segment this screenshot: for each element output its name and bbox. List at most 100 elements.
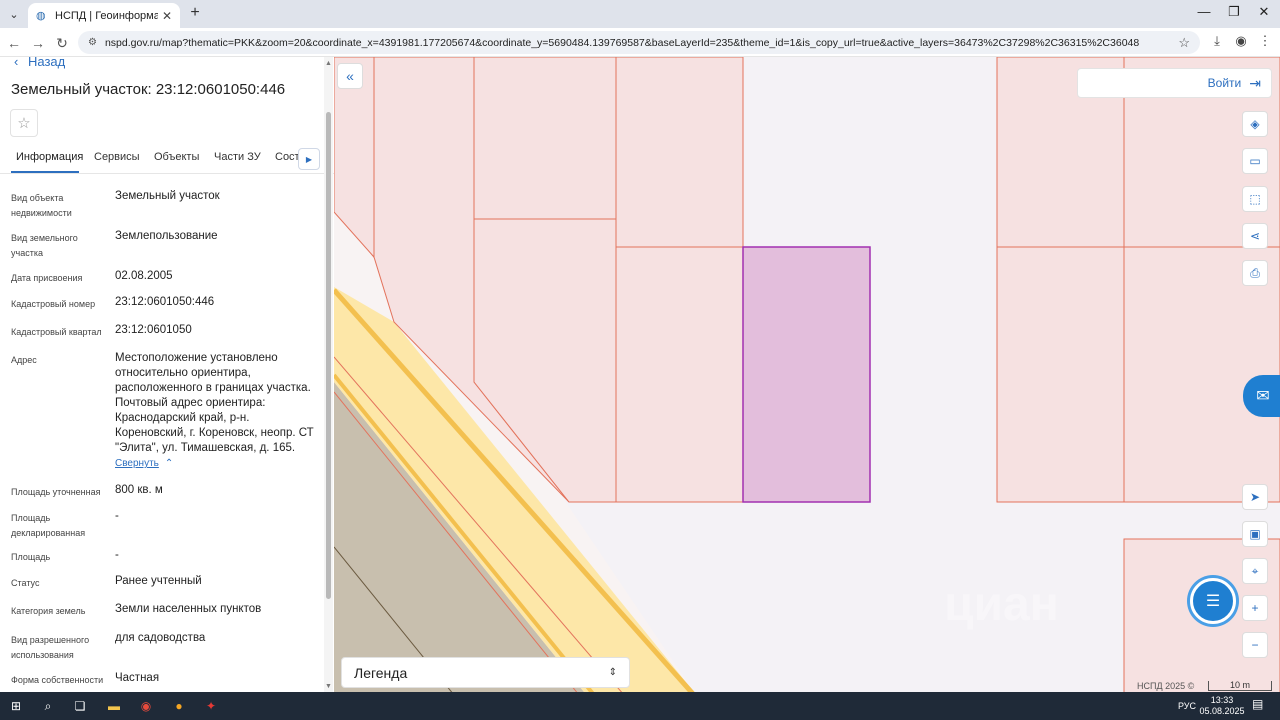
star-icon: ☆ xyxy=(17,115,31,132)
minimize-icon[interactable]: — xyxy=(1192,4,1216,19)
page-title: Земельный участок: 23:12:0601050:446 xyxy=(11,81,286,98)
chevron-up-icon: ⌃ xyxy=(164,458,174,469)
map-layers xyxy=(334,57,1280,692)
back-arrow-icon[interactable]: ← xyxy=(4,33,24,53)
parcel[interactable] xyxy=(996,246,1125,503)
collapse-link[interactable]: Свернуть ⌃ xyxy=(115,458,173,469)
chevron-updown-icon: ⇕ xyxy=(608,667,617,678)
row-label: Вид объекта недвижимости xyxy=(11,193,72,218)
chevron-left-icon: ‹ xyxy=(14,57,19,69)
close-window-icon[interactable]: ✕ xyxy=(1252,4,1276,20)
select-area-icon: ⬚ xyxy=(1249,192,1261,206)
feedback-tab-button[interactable]: ✉ xyxy=(1243,375,1280,417)
login-label: Войти xyxy=(1207,76,1242,90)
scale-bar: 10 m xyxy=(1208,681,1272,691)
panel-tabs: Информация Сервисы Объекты Части ЗУ Сост… xyxy=(0,145,334,173)
row-label: Дата присвоения xyxy=(11,273,83,283)
search-icon[interactable]: ⌕ xyxy=(37,696,59,716)
windows-start-icon[interactable]: ⊞ xyxy=(5,696,27,716)
panel-scrollbar-thumb[interactable] xyxy=(326,112,331,599)
zoom-out-button[interactable]: − xyxy=(1242,632,1268,658)
address-bar[interactable]: ⚙ nspd.gov.ru/map?thematic=PKK&zoom=20&c… xyxy=(78,31,1200,54)
row-label: Площадь xyxy=(11,552,51,562)
map-canvas[interactable]: циан « Войти ⇥ ◈ ▭ ⬚ ⋖ ⎙ ✉ ➤ ▣ ⌖ + − ☰ Л… xyxy=(334,57,1280,692)
row-label: Площадь уточненная xyxy=(11,487,101,497)
legend-toggle[interactable]: Легенда ⇕ xyxy=(341,657,630,688)
windows-taskbar: ⊞ ⌕ ❏ ▬ ◉ ● ✦ РУС 13:33 05.08.2025 ▤ xyxy=(0,692,1280,720)
tab-parts[interactable]: Части ЗУ xyxy=(214,151,261,163)
new-tab-button[interactable]: + xyxy=(186,4,204,22)
system-clock[interactable]: 13:33 05.08.2025 xyxy=(1196,695,1248,717)
layers-icon: ◈ xyxy=(1250,117,1260,131)
tab-objects[interactable]: Объекты xyxy=(154,151,199,163)
caret-right-icon: ▶ xyxy=(305,154,313,164)
share-button[interactable]: ⋖ xyxy=(1242,223,1268,249)
map-pin-icon: ⌖ xyxy=(1251,563,1259,578)
site-favicon-icon: ◍ xyxy=(36,9,46,22)
parcel[interactable] xyxy=(473,57,617,220)
tab-information[interactable]: Информация xyxy=(16,151,83,163)
reload-icon[interactable]: ↻ xyxy=(52,33,72,53)
tab-search-icon[interactable]: ⌄ xyxy=(4,4,24,24)
row-label: Площадь декларированная xyxy=(11,513,86,538)
minus-icon: − xyxy=(1251,638,1259,652)
parcel[interactable] xyxy=(615,246,744,503)
notifications-icon[interactable]: ▤ xyxy=(1252,697,1263,711)
tabs-divider xyxy=(0,173,334,174)
row-value: Земельный участок xyxy=(115,190,220,202)
row-label: Кадастровый квартал xyxy=(11,327,102,337)
parcel[interactable] xyxy=(615,57,744,248)
scroll-down-arrow-icon[interactable]: ▼ xyxy=(325,683,332,690)
tab-services[interactable]: Сервисы xyxy=(94,151,140,163)
minimap-button[interactable]: ▣ xyxy=(1242,521,1268,547)
tabs-scroll-right-button[interactable]: ▶ xyxy=(298,148,320,170)
tab-close-icon[interactable]: ✕ xyxy=(162,9,172,23)
login-button[interactable]: Войти ⇥ xyxy=(1077,68,1272,98)
selected-parcel[interactable] xyxy=(742,246,871,503)
language-indicator[interactable]: РУС xyxy=(1178,701,1196,711)
ruler-icon: ▭ xyxy=(1249,154,1261,168)
menu-kebab-icon[interactable]: ⋮ xyxy=(1255,33,1275,49)
chat-assistant-button[interactable]: ☰ xyxy=(1190,578,1236,624)
navigation-arrow-icon: ➤ xyxy=(1249,490,1261,504)
task-view-icon[interactable]: ❏ xyxy=(69,696,91,716)
message-icon: ☰ xyxy=(1205,593,1221,610)
file-explorer-icon[interactable]: ▬ xyxy=(103,696,125,716)
url-text: nspd.gov.ru/map?thematic=PKK&zoom=20&coo… xyxy=(104,36,1140,49)
scroll-up-arrow-icon[interactable]: ▲ xyxy=(325,60,332,67)
browser-tabstrip: ⌄ ◍ НСПД | Геоинформационны ✕ + — ❐ ✕ xyxy=(0,0,1280,28)
back-link[interactable]: ‹ Назад xyxy=(14,57,65,69)
map-attribution: НСПД 2025 © xyxy=(1137,681,1195,691)
locate-point-button[interactable]: ⌖ xyxy=(1242,558,1268,584)
row-value: Земли населенных пунктов xyxy=(115,603,262,615)
favorite-button[interactable]: ☆ xyxy=(10,109,38,137)
legend-label: Легенда xyxy=(354,664,408,681)
watermark-text: циан xyxy=(944,578,1059,631)
row-value: - xyxy=(115,549,119,561)
forward-arrow-icon[interactable]: → xyxy=(28,33,48,53)
row-value: Частная xyxy=(115,672,160,684)
geolocation-button[interactable]: ➤ xyxy=(1242,484,1268,510)
print-button[interactable]: ⎙ xyxy=(1242,260,1268,286)
tab-title: НСПД | Геоинформационны xyxy=(55,9,158,22)
bookmark-star-icon[interactable]: ☆ xyxy=(1178,35,1190,51)
login-icon: ⇥ xyxy=(1249,74,1261,91)
object-info-panel: ‹ Назад Земельный участок: 23:12:0601050… xyxy=(0,57,334,692)
restore-icon[interactable]: ❐ xyxy=(1222,4,1246,20)
app-icon[interactable]: ✦ xyxy=(200,696,222,716)
row-label: Категория земель xyxy=(11,606,86,616)
layers-button[interactable]: ◈ xyxy=(1242,111,1268,137)
select-area-button[interactable]: ⬚ xyxy=(1242,186,1268,212)
profile-icon[interactable]: ◉ xyxy=(1231,33,1251,49)
clock-time: 13:33 xyxy=(1210,695,1234,705)
measure-button[interactable]: ▭ xyxy=(1242,148,1268,174)
download-icon[interactable]: ⤓ xyxy=(1207,33,1227,49)
site-info-icon[interactable]: ⚙ xyxy=(88,37,97,48)
browser-tab[interactable]: ◍ НСПД | Геоинформационны ✕ xyxy=(28,3,180,28)
collapse-panel-button[interactable]: « xyxy=(337,63,363,89)
yandex-browser-icon[interactable]: ● xyxy=(168,696,190,716)
zoom-in-button[interactable]: + xyxy=(1242,595,1268,621)
chrome-icon[interactable]: ◉ xyxy=(135,696,157,716)
share-icon: ⋖ xyxy=(1249,229,1261,243)
browser-toolbar: ← → ↻ ⚙ nspd.gov.ru/map?thematic=PKK&zoo… xyxy=(0,28,1280,57)
